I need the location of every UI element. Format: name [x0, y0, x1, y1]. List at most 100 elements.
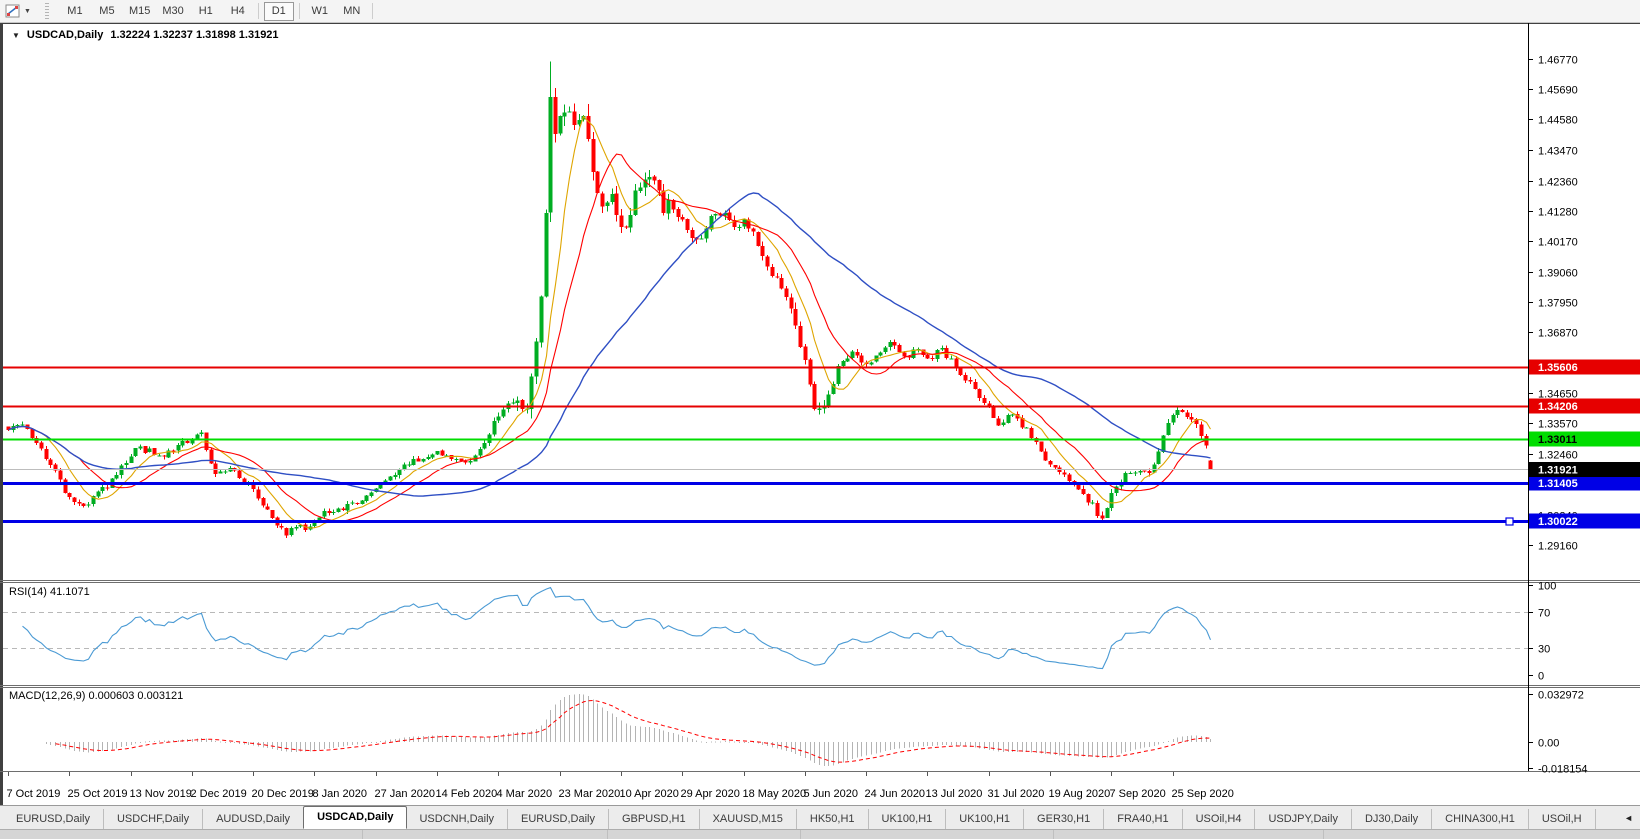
chart-ohlc-values: 1.32224 1.32237 1.31898 1.31921: [110, 29, 278, 41]
time-axis-label: 31 Jul 2020: [988, 788, 1045, 800]
macd-indicator-label: MACD(12,26,9) 0.000603 0.003121: [9, 690, 183, 702]
time-axis-label: 27 Jan 2020: [375, 788, 436, 800]
time-axis-label: 8 Jan 2020: [313, 788, 367, 800]
rsi-indicator-label: RSI(14) 41.1071: [9, 586, 90, 598]
tab-usoil-h[interactable]: USOil,H: [1529, 809, 1596, 829]
price-tick-label: 1.39060: [1538, 268, 1578, 280]
price-label-text: 1.31405: [1538, 478, 1578, 490]
price-label-box: 1.35606: [1529, 360, 1640, 375]
rsi-tick-label: 70: [1538, 608, 1550, 620]
tab-fra40-h1[interactable]: FRA40,H1: [1104, 809, 1182, 829]
collapse-triangle-icon[interactable]: ▼: [12, 31, 20, 40]
price-tick-label: 1.32460: [1538, 450, 1578, 462]
macd-tick-label: -0.018154: [1538, 764, 1588, 776]
price-tick-label: 1.29160: [1538, 541, 1578, 553]
tab-usdjpy-daily[interactable]: USDJPY,Daily: [1255, 809, 1352, 829]
time-axis-label: 5 Jun 2020: [804, 788, 858, 800]
tab-usdchf-daily[interactable]: USDCHF,Daily: [104, 809, 203, 829]
mt4-application: ▼ M1M5M15M30H1H4D1W1MN 1.467701.456901.4…: [0, 0, 1640, 839]
status-cell: [1324, 830, 1640, 839]
price-tick-label: 1.45690: [1538, 85, 1578, 97]
chart-symbol-period: USDCAD,Daily: [27, 29, 103, 41]
macd-tick-label: 0.00: [1538, 738, 1559, 750]
time-axis-label: 19 Aug 2020: [1049, 788, 1111, 800]
price-tick-label: 1.36870: [1538, 328, 1578, 340]
tab-scroll-left-icon[interactable]: ◄: [1617, 807, 1640, 829]
tab-china300-h1[interactable]: CHINA300,H1: [1432, 809, 1529, 829]
status-cell: [801, 830, 1054, 839]
chevron-down-icon[interactable]: ▼: [24, 8, 31, 15]
rsi-tick-label: 0: [1538, 671, 1544, 683]
price-label-box: 1.31921: [1529, 462, 1640, 477]
time-axis-label: 2 Dec 2019: [191, 788, 247, 800]
time-axis-label: 13 Jul 2020: [926, 788, 983, 800]
price-label-box: 1.34206: [1529, 399, 1640, 414]
timeframe-toolbar: ▼ M1M5M15M30H1H4 D1 W1MN: [0, 0, 1640, 23]
timeframe-buttons: M1M5M15M30H1H4 D1 W1MN: [59, 2, 377, 21]
time-axis-label: 25 Sep 2020: [1172, 788, 1234, 800]
price-label-box: 1.30022: [1529, 514, 1640, 529]
toolbar-separator: [299, 3, 300, 19]
toolbar-separator: [258, 3, 259, 19]
tab-gbpusd-h1[interactable]: GBPUSD,H1: [609, 809, 700, 829]
price-label-box: 1.33011: [1529, 432, 1640, 447]
tab-uk100-h1[interactable]: UK100,H1: [946, 809, 1024, 829]
time-axis-label: 7 Sep 2020: [1110, 788, 1166, 800]
time-axis-label: 24 Jun 2020: [865, 788, 926, 800]
price-tick-label: 1.43470: [1538, 146, 1578, 158]
time-axis-label: 10 Apr 2020: [620, 788, 679, 800]
tab-eurusd-daily[interactable]: EURUSD,Daily: [3, 809, 104, 829]
time-axis-label: 18 May 2020: [743, 788, 807, 800]
price-label-text: 1.31921: [1538, 465, 1578, 477]
price-tick-label: 1.41280: [1538, 207, 1578, 219]
tab-hk50-h1[interactable]: HK50,H1: [797, 809, 869, 829]
status-cell: [0, 830, 363, 839]
price-label-text: 1.35606: [1538, 362, 1578, 374]
price-label-text: 1.34206: [1538, 401, 1578, 413]
tab-usoil-h4[interactable]: USOil,H4: [1183, 809, 1256, 829]
macd-tick-label: 0.032972: [1538, 690, 1584, 702]
toolbar-grip-handle[interactable]: [45, 3, 49, 19]
chart-title: ▼ USDCAD,Daily 1.32224 1.32237 1.31898 1…: [12, 29, 279, 41]
tab-dj30-daily[interactable]: DJ30,Daily: [1352, 809, 1432, 829]
timeframe-button-mn[interactable]: MN: [337, 2, 367, 21]
line-drag-handle[interactable]: [1506, 518, 1513, 525]
timeframe-button-m15[interactable]: M15: [124, 2, 155, 21]
tab-usdcnh-daily[interactable]: USDCNH,Daily: [406, 809, 508, 829]
time-axis-label: 23 Mar 2020: [559, 788, 621, 800]
time-axis-label: 13 Nov 2019: [130, 788, 192, 800]
timeframe-button-h1[interactable]: H1: [191, 2, 221, 21]
timeframe-button-w1[interactable]: W1: [305, 2, 335, 21]
time-axis-label: 25 Oct 2019: [68, 788, 128, 800]
tab-eurusd-daily[interactable]: EURUSD,Daily: [508, 809, 609, 829]
tab-audusd-daily[interactable]: AUDUSD,Daily: [203, 809, 304, 829]
time-axis-label: 7 Oct 2019: [7, 788, 61, 800]
line-tool-icon[interactable]: [5, 3, 21, 19]
timeframe-button-h4[interactable]: H4: [223, 2, 253, 21]
tab-xauusd-m15[interactable]: XAUUSD,M15: [700, 809, 797, 829]
price-chart: 1.46770 1.45690 1.44580 1.43470 1.42360 1.412…: [0, 23, 1640, 805]
time-axis-label: 29 Apr 2020: [681, 788, 740, 800]
status-cell: [363, 830, 608, 839]
timeframe-button-m5[interactable]: M5: [92, 2, 122, 21]
chart-window: 1.46770 1.45690 1.44580 1.43470 1.42360 1.412…: [0, 23, 1640, 805]
tab-ger30-h1[interactable]: GER30,H1: [1024, 809, 1104, 829]
price-tick-label: 1.37950: [1538, 298, 1578, 310]
time-axis-label: 20 Dec 2019: [252, 788, 314, 800]
timeframe-button-m1[interactable]: M1: [60, 2, 90, 21]
tab-usdcad-daily[interactable]: USDCAD,Daily: [303, 806, 407, 829]
rsi-tick-label: 100: [1538, 581, 1556, 593]
status-bar: [0, 829, 1640, 839]
price-tick-label: 1.44580: [1538, 115, 1578, 127]
chart-tab-bar: EURUSD,DailyUSDCHF,DailyAUDUSD,DailyUSDC…: [0, 805, 1640, 829]
timeframe-button-d1[interactable]: D1: [264, 2, 294, 21]
status-cell: [1054, 830, 1324, 839]
rsi-tick-label: 30: [1538, 644, 1550, 656]
price-label-text: 1.33011: [1538, 434, 1577, 446]
tab-uk100-h1[interactable]: UK100,H1: [869, 809, 947, 829]
time-axis-label: 14 Feb 2020: [436, 788, 498, 800]
price-tick-label: 1.42360: [1538, 177, 1578, 189]
price-tick-label: 1.33570: [1538, 419, 1578, 431]
price-tick-label: 1.46770: [1538, 55, 1578, 67]
timeframe-button-m30[interactable]: M30: [157, 2, 188, 21]
